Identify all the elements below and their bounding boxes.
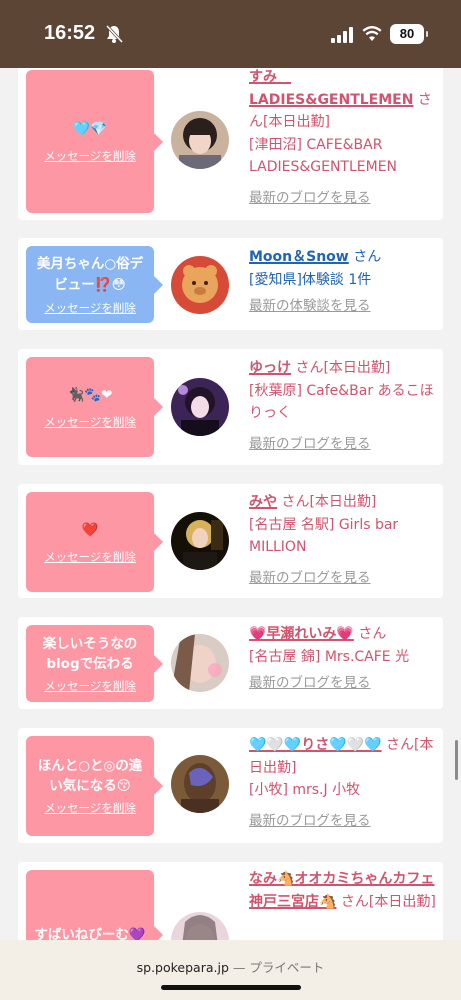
card-info: 💗早瀬れいみ💗 さん [名古屋 錦] Mrs.CAFE 光 最新のブログを見る xyxy=(249,623,439,695)
bell-muted-icon xyxy=(105,24,124,44)
message-bubble: ❤️ メッセージを削除 xyxy=(26,492,163,592)
shop-info[interactable]: [名古屋 錦] Mrs.CAFE 光 xyxy=(249,646,439,669)
cellular-signal-icon xyxy=(331,27,353,43)
status-bar: 16:52 80 xyxy=(0,0,461,68)
girl-name-link[interactable]: ゆっけ xyxy=(249,360,291,376)
message-text: 美月ちゃん○俗デビュー⁉️😳 xyxy=(36,255,144,293)
wifi-icon xyxy=(362,26,382,41)
card-info: なみ🐴オオカミちゃんカフェ神戸三宮店🐴 さん[本日出勤] xyxy=(249,868,439,913)
list-item: 🩵💎 メッセージを削除 すみ LADIES&GENTLEMEN さん[本日出勤]… xyxy=(18,60,443,220)
domain-text: sp.pokepara.jp xyxy=(136,960,229,975)
name-suffix: さん xyxy=(358,626,387,642)
latest-blog-link[interactable]: 最新のブログを見る xyxy=(249,187,439,210)
message-text: ほんと○と◎の違い気になる😚 xyxy=(37,758,143,794)
list-item: 美月ちゃん○俗デビュー⁉️😳 メッセージを削除 Moon＆Snow さん [愛知… xyxy=(18,238,443,330)
message-text: 🐈‍⬛🐾❤ xyxy=(67,386,113,403)
latest-blog-link[interactable]: 最新のブログを見る xyxy=(249,433,439,456)
private-mode-label: プライベート xyxy=(249,960,325,975)
list-item: ❤️ メッセージを削除 みや さん[本日出勤] [名古屋 名駅] Girls b… xyxy=(18,484,443,598)
url-display[interactable]: sp.pokepara.jp — プライベート xyxy=(0,957,461,976)
message-bubble: ほんと○と◎の違い気になる😚 メッセージを削除 xyxy=(26,736,163,836)
shop-name-link[interactable]: Moon＆Snow xyxy=(249,249,349,265)
scroll-indicator[interactable] xyxy=(455,740,458,780)
delete-message-link[interactable]: メッセージを削除 xyxy=(44,300,136,316)
list-item: 楽しいそうなのblogで伝わる メッセージを削除 💗早瀬れいみ💗 さん [名古屋… xyxy=(18,617,443,709)
avatar[interactable] xyxy=(171,111,229,169)
delete-message-link[interactable]: メッセージを削除 xyxy=(44,148,136,164)
card-info: ゆっけ さん[本日出勤] [秋葉原] Cafe&Bar あるこほりっく 最新のブ… xyxy=(249,357,439,455)
list-item: 🐈‍⬛🐾❤ メッセージを削除 ゆっけ さん[本日出勤] [秋葉原] Cafe&B… xyxy=(18,349,443,465)
card-info: みや さん[本日出勤] [名古屋 名駅] Girls bar MILLION 最… xyxy=(249,491,439,589)
latest-blog-link[interactable]: 最新のブログを見る xyxy=(249,567,439,590)
card-info: Moon＆Snow さん [愛知県]体験談 1件 最新の体験談を見る xyxy=(249,246,439,318)
separator: — xyxy=(232,960,246,975)
shop-info[interactable]: [津田沼] CAFE&BAR LADIES&GENTLEMEN xyxy=(249,134,439,179)
shop-info[interactable]: [名古屋 名駅] Girls bar MILLION xyxy=(249,514,439,559)
name-suffix: さん[本日出勤] xyxy=(281,494,377,510)
shop-info[interactable]: [小牧] mrs.J 小牧 xyxy=(249,779,439,802)
delete-message-link[interactable]: メッセージを削除 xyxy=(44,549,136,565)
delete-message-link[interactable]: メッセージを削除 xyxy=(44,678,136,694)
name-suffix: さん[本日出勤] xyxy=(340,893,436,910)
avatar[interactable] xyxy=(171,634,229,692)
latest-review-link[interactable]: 最新の体験談を見る xyxy=(249,295,439,318)
name-suffix: さん[本日出勤] xyxy=(295,360,391,376)
message-bubble: 🩵💎 メッセージを削除 xyxy=(26,70,163,213)
card-info: 🩵🤍🩵りさ🩵🤍🩵 さん[本日出勤] [小牧] mrs.J 小牧 最新のブログを見… xyxy=(249,734,439,832)
latest-blog-link[interactable]: 最新のブログを見る xyxy=(249,810,439,833)
girl-name-link[interactable]: 🩵🤍🩵りさ🩵🤍🩵 xyxy=(249,737,382,753)
avatar[interactable] xyxy=(171,512,229,570)
message-text: 楽しいそうなのblogで伝わる xyxy=(42,635,138,672)
list-item: ほんと○と◎の違い気になる😚 メッセージを削除 🩵🤍🩵りさ🩵🤍🩵 さん[本日出勤… xyxy=(18,728,443,843)
avatar[interactable] xyxy=(171,256,229,314)
status-time: 16:52 xyxy=(44,22,96,44)
delete-message-link[interactable]: メッセージを削除 xyxy=(44,800,136,816)
home-indicator[interactable] xyxy=(161,985,301,990)
latest-blog-link[interactable]: 最新のブログを見る xyxy=(249,672,439,695)
shop-info[interactable]: [秋葉原] Cafe&Bar あるこほりっく xyxy=(249,380,439,425)
review-info[interactable]: [愛知県]体験談 1件 xyxy=(249,269,439,292)
girl-name-link[interactable]: すみ LADIES&GENTLEMEN xyxy=(249,69,413,108)
message-text: 🩵💎 xyxy=(73,121,107,137)
girl-name-link[interactable]: 💗早瀬れいみ💗 xyxy=(249,626,354,642)
name-suffix: さん xyxy=(353,249,382,265)
message-text: ❤️ xyxy=(81,521,99,538)
battery-icon: 80 xyxy=(390,24,428,44)
card-info: すみ LADIES&GENTLEMEN さん[本日出勤] [津田沼] CAFE&… xyxy=(249,66,439,209)
message-bubble: 美月ちゃん○俗デビュー⁉️😳 メッセージを削除 xyxy=(26,246,163,323)
girl-name-link[interactable]: みや xyxy=(249,494,277,510)
delete-message-link[interactable]: メッセージを削除 xyxy=(44,414,136,430)
message-bubble: 🐈‍⬛🐾❤ メッセージを削除 xyxy=(26,357,163,457)
message-bubble: 楽しいそうなのblogで伝わる メッセージを削除 xyxy=(26,625,163,702)
avatar[interactable] xyxy=(171,755,229,813)
address-bar[interactable]: sp.pokepara.jp — プライベート xyxy=(0,940,461,1000)
avatar[interactable] xyxy=(171,378,229,436)
